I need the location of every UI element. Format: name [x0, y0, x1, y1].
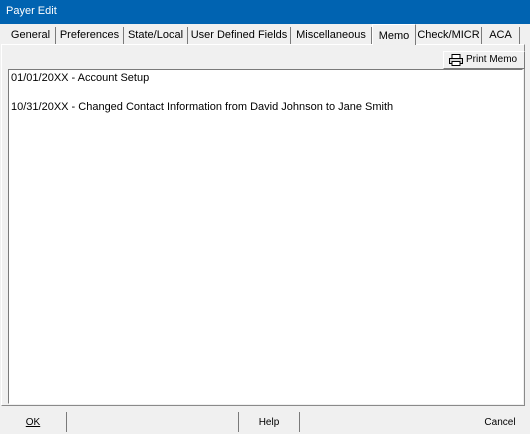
tab-user-defined-fields[interactable]: User Defined Fields: [188, 27, 291, 44]
memo-text-area[interactable]: 01/01/20XX - Account Setup 10/31/20XX - …: [8, 69, 523, 404]
printer-icon: [449, 54, 463, 66]
print-memo-button[interactable]: Print Memo: [443, 51, 525, 69]
tab-strip: General Preferences State/Local User Def…: [0, 24, 530, 45]
tab-aca[interactable]: ACA: [482, 27, 520, 44]
tab-preferences[interactable]: Preferences: [56, 27, 124, 44]
tab-miscellaneous[interactable]: Miscellaneous: [291, 27, 372, 44]
tab-check-micr[interactable]: Check/MICR: [416, 27, 482, 44]
help-button[interactable]: Help: [238, 412, 300, 432]
title-bar: Payer Edit: [0, 0, 530, 24]
ok-button[interactable]: OK: [0, 412, 67, 432]
dialog-footer: OK Help Cancel: [0, 412, 530, 432]
tab-general[interactable]: General: [6, 27, 56, 44]
tab-state-local[interactable]: State/Local: [124, 27, 188, 44]
cancel-button[interactable]: Cancel: [470, 412, 530, 432]
memo-line: 10/31/20XX - Changed Contact Information…: [11, 101, 394, 113]
payer-edit-window: Payer Edit General Preferences State/Loc…: [0, 0, 530, 432]
window-title: Payer Edit: [6, 5, 57, 17]
tab-memo[interactable]: Memo: [372, 24, 416, 45]
ok-label: OK: [25, 417, 41, 428]
print-memo-label: Print Memo: [466, 54, 518, 65]
memo-line: 01/01/20XX - Account Setup: [11, 72, 150, 84]
